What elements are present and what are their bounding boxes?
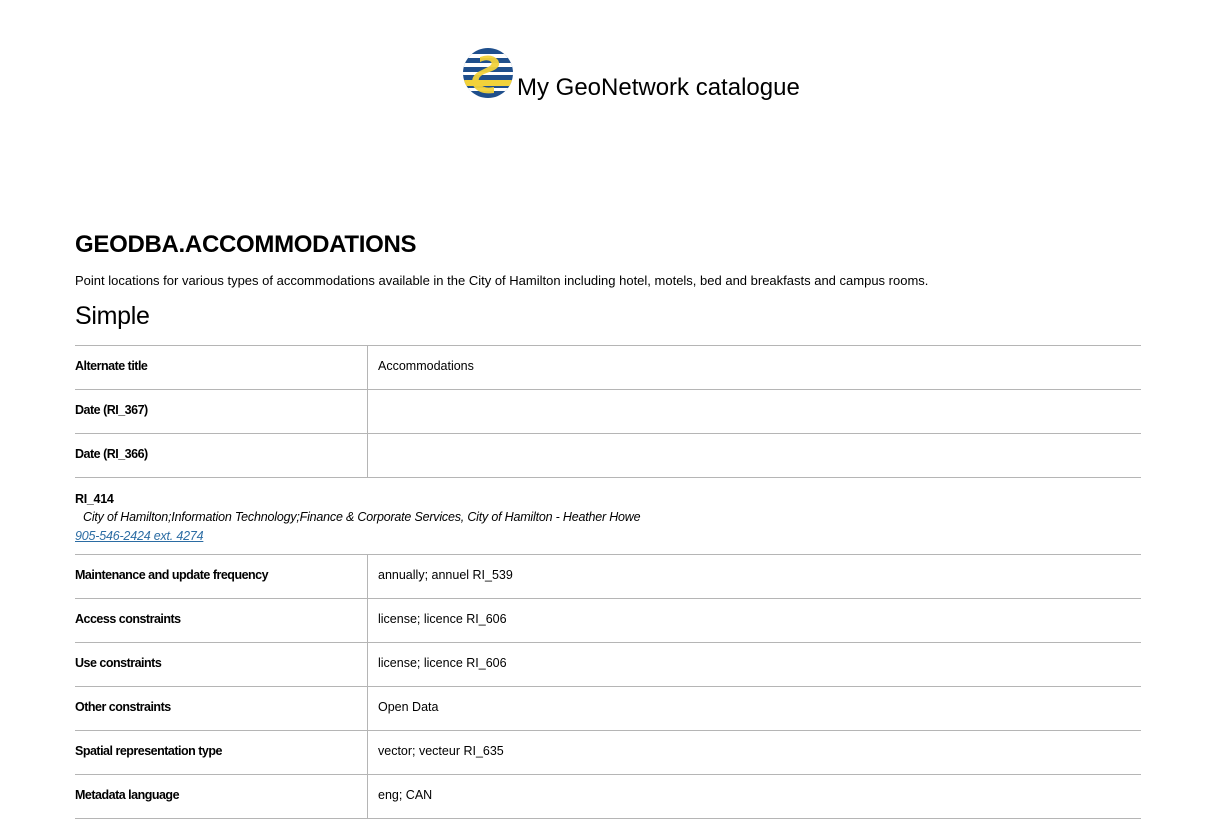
table-row: Date (RI_367) xyxy=(75,390,1141,434)
metadata-table: Alternate title Accommodations Date (RI_… xyxy=(75,345,1141,819)
row-value xyxy=(368,434,1141,477)
record-abstract: Point locations for various types of acc… xyxy=(75,273,929,288)
row-label: Metadata language xyxy=(75,775,368,818)
row-label: Spatial representation type xyxy=(75,731,368,774)
table-row: Other constraints Open Data xyxy=(75,687,1141,731)
row-label: Use constraints xyxy=(75,643,368,686)
contact-phone-link[interactable]: 905-546-2424 ext. 4274 xyxy=(75,529,204,543)
table-row: Use constraints license; licence RI_606 xyxy=(75,643,1141,687)
table-row: Date (RI_366) xyxy=(75,434,1141,478)
catalogue-title[interactable]: My GeoNetwork catalogue xyxy=(517,74,800,102)
section-title: Simple xyxy=(75,302,150,330)
row-value xyxy=(368,390,1141,433)
record-title: GEODBA.ACCOMMODATIONS xyxy=(75,231,417,258)
row-label: Access constraints xyxy=(75,599,368,642)
page-header: My GeoNetwork catalogue xyxy=(0,46,1217,106)
record-view: GEODBA.ACCOMMODATIONS Point locations fo… xyxy=(75,230,1141,819)
row-label: Alternate title xyxy=(75,346,368,389)
contact-title: RI_414 xyxy=(75,492,114,506)
row-label: Date (RI_367) xyxy=(75,390,368,433)
row-label: Maintenance and update frequency xyxy=(75,555,368,598)
row-value: Open Data xyxy=(378,699,439,714)
row-label: Date (RI_366) xyxy=(75,434,368,477)
geonetwork-logo-icon xyxy=(463,48,513,98)
contact-block: RI_414 City of Hamilton;Information Tech… xyxy=(75,478,1141,555)
row-value: license; licence RI_606 xyxy=(378,611,507,626)
table-row: Maintenance and update frequency annuall… xyxy=(75,555,1141,599)
row-value: annually; annuel RI_539 xyxy=(378,567,513,582)
table-row: Metadata language eng; CAN xyxy=(75,775,1141,819)
row-value: license; licence RI_606 xyxy=(378,655,507,670)
row-value: vector; vecteur RI_635 xyxy=(378,743,504,758)
contact-organisation: City of Hamilton;Information Technology;… xyxy=(83,510,641,524)
table-row: Alternate title Accommodations xyxy=(75,346,1141,390)
row-value: Accommodations xyxy=(378,358,474,373)
row-value: eng; CAN xyxy=(378,787,433,802)
table-row: Spatial representation type vector; vect… xyxy=(75,731,1141,775)
table-row: Access constraints license; licence RI_6… xyxy=(75,599,1141,643)
row-label: Other constraints xyxy=(75,687,368,730)
